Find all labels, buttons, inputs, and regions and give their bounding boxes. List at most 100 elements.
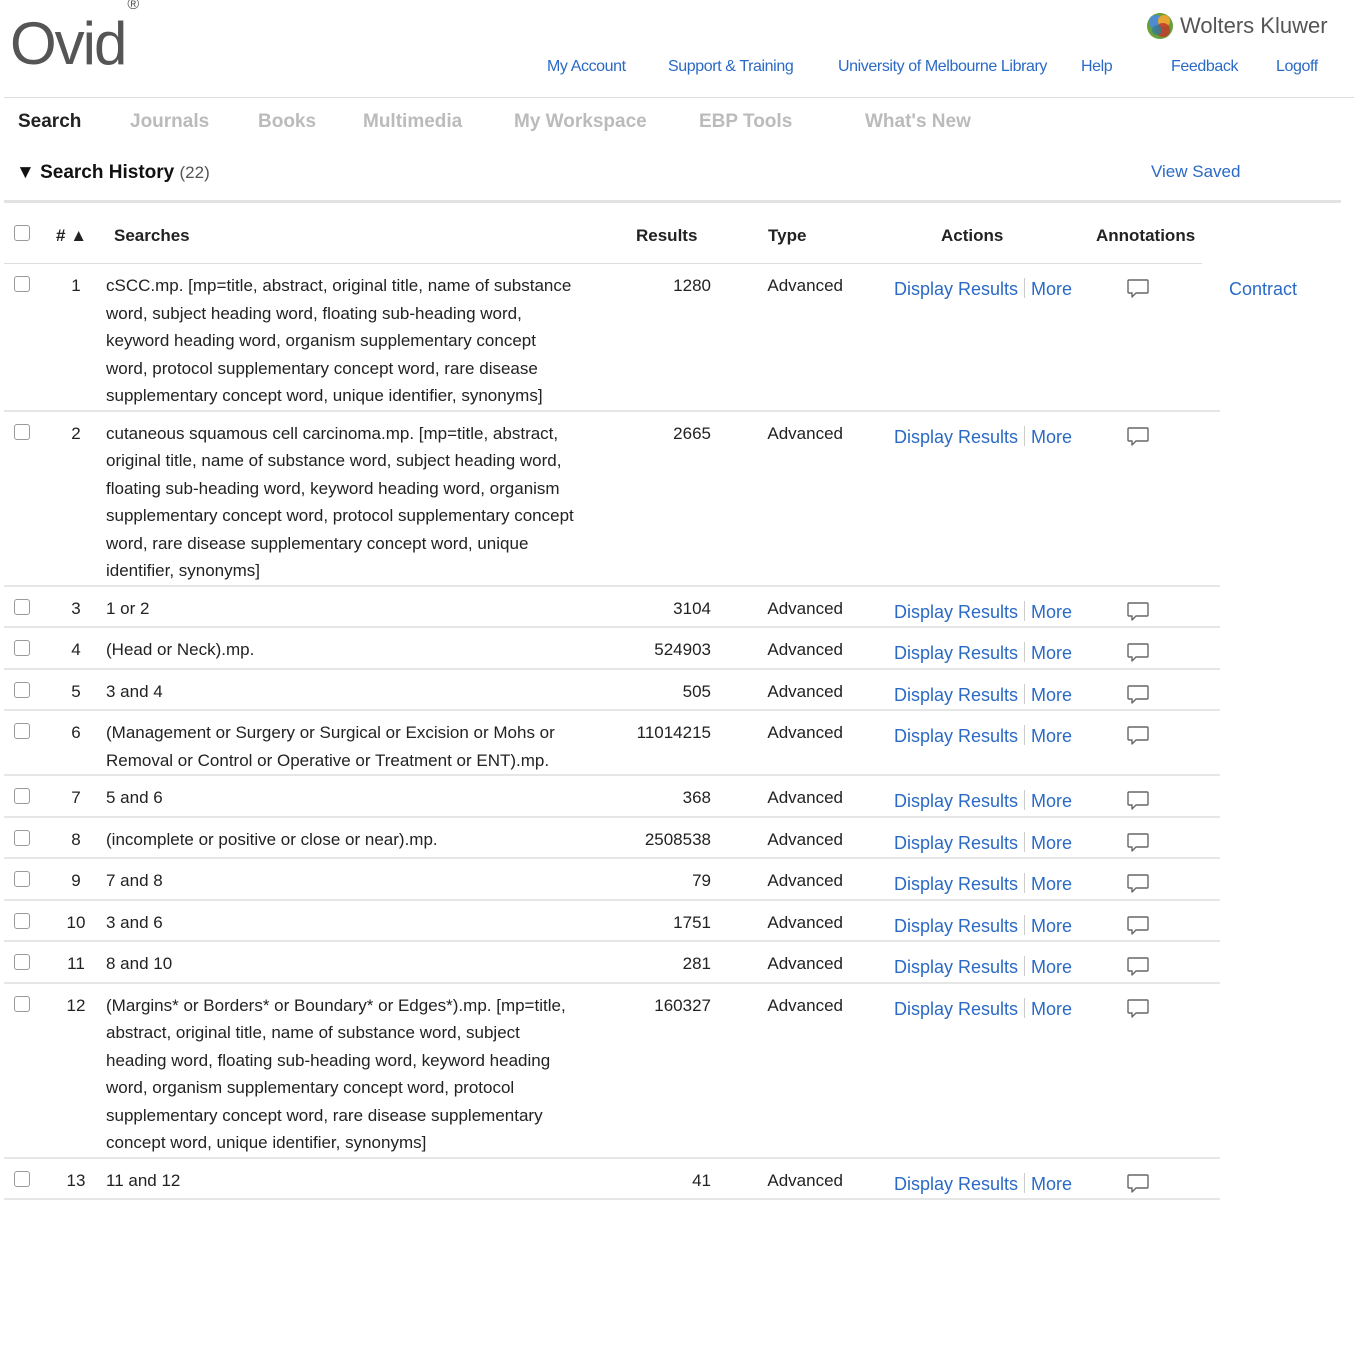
more-link[interactable]: More [1031, 643, 1072, 663]
row-actions: Display Results More [851, 899, 1113, 942]
annotation-icon[interactable] [1126, 426, 1150, 448]
row-checkbox[interactable] [14, 681, 30, 698]
display-results-link[interactable]: Display Results [894, 427, 1018, 447]
feedback-link[interactable]: Feedback [1171, 58, 1238, 76]
row-checkbox[interactable] [14, 640, 30, 656]
library-link[interactable]: University of Melbourne Library [838, 58, 1047, 76]
display-results-link[interactable]: Display Results [894, 791, 1018, 811]
search-type: Advanced [711, 668, 851, 711]
search-number: 5 [46, 668, 106, 711]
annotation-icon[interactable] [1126, 832, 1150, 854]
row-actions: Display Results More [851, 585, 1113, 628]
tab-journals[interactable]: Journals [130, 111, 209, 133]
annotation-cell [1113, 264, 1220, 412]
search-query: (Management or Surgery or Surgical or Ex… [106, 710, 586, 776]
row-checkbox[interactable] [14, 954, 30, 970]
row-checkbox[interactable] [14, 829, 30, 846]
annotation-icon[interactable] [1126, 601, 1150, 623]
display-results-link[interactable]: Display Results [894, 602, 1018, 622]
row-select-cell [4, 858, 46, 901]
tab-ebp-tools-label: EBP Tools [699, 111, 793, 132]
display-results-link[interactable]: Display Results [894, 685, 1018, 705]
row-checkbox[interactable] [14, 276, 30, 292]
more-link[interactable]: More [1031, 685, 1072, 705]
annotation-icon[interactable] [1126, 998, 1150, 1020]
row-checkbox[interactable] [14, 423, 30, 440]
annotation-cell [1113, 775, 1220, 818]
actions-group: Display Results More [894, 424, 1113, 452]
header-divider [4, 97, 1354, 98]
display-results-link[interactable]: Display Results [894, 957, 1018, 977]
tab-whats-new[interactable]: What's New [865, 111, 971, 133]
more-link[interactable]: More [1031, 602, 1072, 622]
row-checkbox[interactable] [14, 912, 30, 929]
annotation-icon[interactable] [1126, 873, 1150, 895]
annotation-icon[interactable] [1126, 790, 1150, 812]
result-count: 160327 [586, 982, 711, 1159]
more-link[interactable]: More [1031, 999, 1072, 1019]
row-select-cell [4, 816, 46, 859]
row-checkbox[interactable] [14, 723, 30, 739]
more-link[interactable]: More [1031, 791, 1072, 811]
row-select-cell [4, 899, 46, 942]
display-results-link[interactable]: Display Results [894, 1174, 1018, 1194]
select-all-checkbox[interactable] [14, 225, 30, 241]
more-link[interactable]: More [1031, 916, 1072, 936]
display-results-link[interactable]: Display Results [894, 999, 1018, 1019]
display-results-link[interactable]: Display Results [894, 833, 1018, 853]
annotation-cell [1113, 668, 1220, 711]
table-header: # ▲ Searches Results Type Actions Annota… [0, 225, 1358, 246]
search-number: 3 [46, 585, 106, 628]
tab-books[interactable]: Books [258, 111, 316, 133]
actions-group: Display Results More [894, 996, 1113, 1024]
more-link[interactable]: More [1031, 874, 1072, 894]
annotation-icon[interactable] [1126, 956, 1150, 978]
action-separator [1024, 600, 1026, 621]
action-separator [1024, 956, 1026, 976]
result-count: 11014215 [586, 710, 711, 776]
display-results-link[interactable]: Display Results [894, 643, 1018, 663]
more-link[interactable]: More [1031, 833, 1072, 853]
tab-my-workspace[interactable]: My Workspace [514, 111, 647, 133]
support-training-link[interactable]: Support & Training [668, 58, 794, 76]
annotation-icon[interactable] [1126, 278, 1150, 300]
action-separator [1024, 278, 1026, 298]
help-link[interactable]: Help [1081, 58, 1113, 76]
display-results-link[interactable]: Display Results [894, 874, 1018, 894]
annotation-icon[interactable] [1126, 1173, 1150, 1195]
more-link[interactable]: More [1031, 1174, 1072, 1194]
display-results-link[interactable]: Display Results [894, 726, 1018, 746]
more-link[interactable]: More [1031, 726, 1072, 746]
tab-search[interactable]: Search [18, 111, 81, 133]
search-number: 1 [46, 264, 106, 412]
num-column-header[interactable]: # ▲ [56, 226, 87, 246]
contract-link[interactable]: Contract [1229, 279, 1297, 300]
search-query: (Head or Neck).mp. [106, 627, 586, 670]
display-results-link[interactable]: Display Results [894, 279, 1018, 299]
annotation-icon[interactable] [1126, 642, 1150, 664]
more-link[interactable]: More [1031, 427, 1072, 447]
row-checkbox[interactable] [14, 598, 30, 615]
annotation-icon[interactable] [1126, 725, 1150, 747]
row-checkbox[interactable] [14, 871, 30, 887]
row-checkbox[interactable] [14, 1170, 30, 1187]
search-type: Advanced [711, 816, 851, 859]
more-link[interactable]: More [1031, 279, 1072, 299]
more-link[interactable]: More [1031, 957, 1072, 977]
search-history-toggle[interactable]: ▼ Search History (22) [16, 162, 210, 184]
row-checkbox[interactable] [14, 788, 30, 804]
row-actions: Display Results More [851, 982, 1113, 1159]
tab-multimedia[interactable]: Multimedia [363, 111, 462, 133]
logoff-link[interactable]: Logoff [1276, 58, 1318, 76]
my-account-link[interactable]: My Account [547, 58, 626, 76]
collapse-triangle-icon: ▼ [16, 162, 35, 183]
action-separator [1024, 725, 1026, 745]
search-query: cSCC.mp. [mp=title, abstract, original t… [106, 264, 586, 412]
view-saved-link[interactable]: View Saved [1151, 162, 1240, 182]
row-checkbox[interactable] [14, 995, 30, 1012]
search-number: 2 [46, 410, 106, 587]
search-number: 4 [46, 627, 106, 670]
annotation-icon[interactable] [1126, 684, 1150, 706]
display-results-link[interactable]: Display Results [894, 916, 1018, 936]
annotation-icon[interactable] [1126, 915, 1150, 937]
